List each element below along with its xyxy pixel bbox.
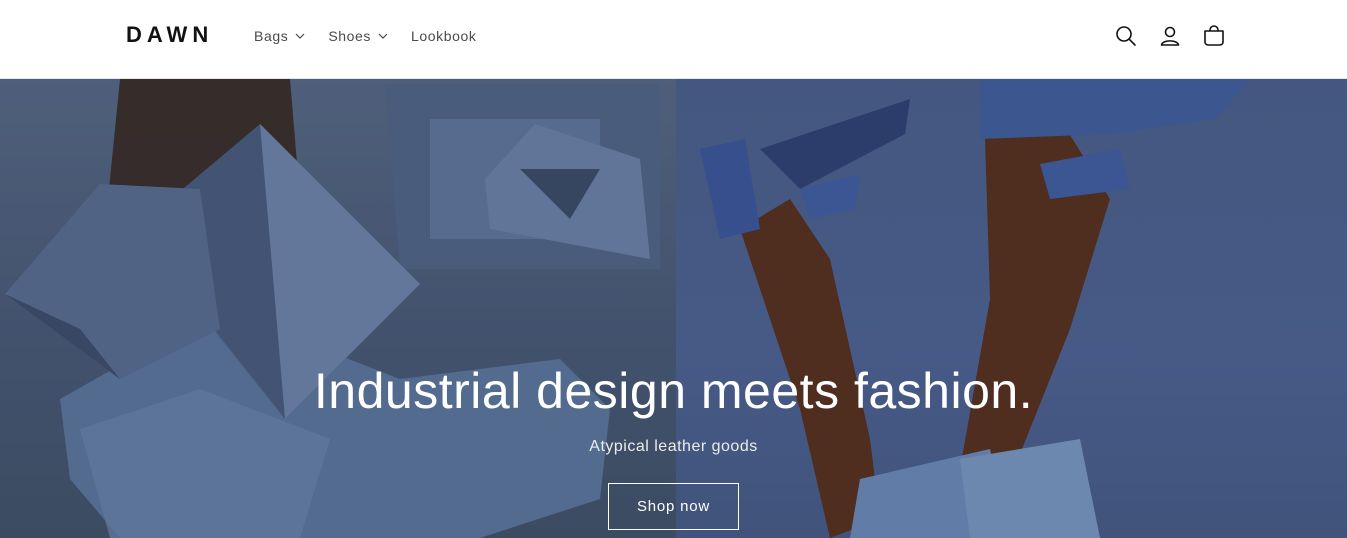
hero-title: Industrial design meets fashion. — [313, 363, 1034, 419]
cart-icon[interactable] — [1202, 24, 1226, 48]
chevron-down-icon — [378, 33, 388, 39]
nav-item-lookbook[interactable]: Lookbook — [411, 27, 477, 45]
site-header: DAWN Bags Shoes Lookbook — [0, 0, 1347, 79]
header-icons — [1114, 24, 1226, 48]
chevron-down-icon — [295, 33, 305, 39]
nav-item-bags-label: Bags — [254, 28, 289, 44]
hero-subtitle: Atypical leather goods — [589, 438, 758, 455]
hero-content: Industrial design meets fashion. Atypica… — [0, 361, 1347, 530]
nav-item-bags[interactable]: Bags — [254, 27, 306, 45]
hero-banner: Industrial design meets fashion. Atypica… — [0, 79, 1347, 538]
nav-item-shoes[interactable]: Shoes — [328, 27, 389, 45]
store-logo[interactable]: DAWN — [126, 22, 213, 48]
search-icon[interactable] — [1114, 24, 1138, 48]
shop-now-button[interactable]: Shop now — [608, 483, 739, 530]
nav-item-shoes-label: Shoes — [328, 28, 372, 44]
account-icon[interactable] — [1158, 24, 1182, 48]
nav-item-lookbook-label: Lookbook — [411, 28, 477, 44]
main-nav: Bags Shoes Lookbook — [254, 27, 499, 45]
